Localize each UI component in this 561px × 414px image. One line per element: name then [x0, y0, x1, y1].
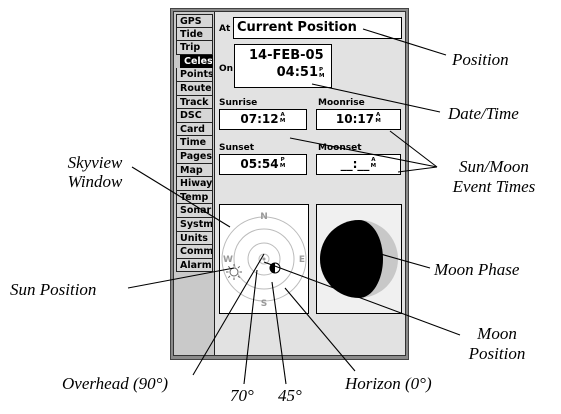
datetime-pointer: [311, 83, 441, 113]
deg70-pointer: [243, 269, 258, 385]
horizon-pointer: [284, 287, 356, 372]
callout-skyview: Skyview Window: [55, 153, 135, 191]
moonset-pointer: [397, 166, 438, 173]
deg45-pointer: [271, 281, 287, 385]
callout-moon-position-line1: Moon: [477, 324, 517, 343]
overhead-pointer: [192, 253, 265, 376]
callout-sun-position: Sun Position: [10, 280, 97, 299]
callout-events: Sun/Moon Event Times: [440, 157, 548, 197]
sunrise-pointer: [289, 137, 438, 168]
callout-datetime: Date/Time: [448, 104, 519, 123]
moon-phase-pointer: [369, 250, 431, 269]
callout-overhead: Overhead (90°): [62, 374, 169, 393]
callout-events-line1: Sun/Moon: [459, 157, 529, 176]
callout-moon-phase: Moon Phase: [434, 260, 520, 279]
callout-deg45: 45°: [278, 386, 302, 405]
moonrise-pointer: [389, 130, 438, 168]
callout-position: Position: [452, 50, 509, 69]
callout-skyview-line1: Skyview: [67, 153, 123, 172]
callout-moon-position: Moon Position: [462, 324, 532, 364]
sun-position-pointer: [127, 267, 235, 289]
callout-horizon: Horizon (0°): [345, 374, 432, 393]
position-pointer: [362, 28, 447, 56]
callout-skyview-line2: Window: [67, 172, 123, 191]
skyview-pointer: [131, 166, 231, 228]
callout-events-line2: Event Times: [452, 177, 536, 196]
callout-moon-position-line2: Position: [468, 344, 526, 363]
callout-deg70: 70°: [230, 386, 254, 405]
